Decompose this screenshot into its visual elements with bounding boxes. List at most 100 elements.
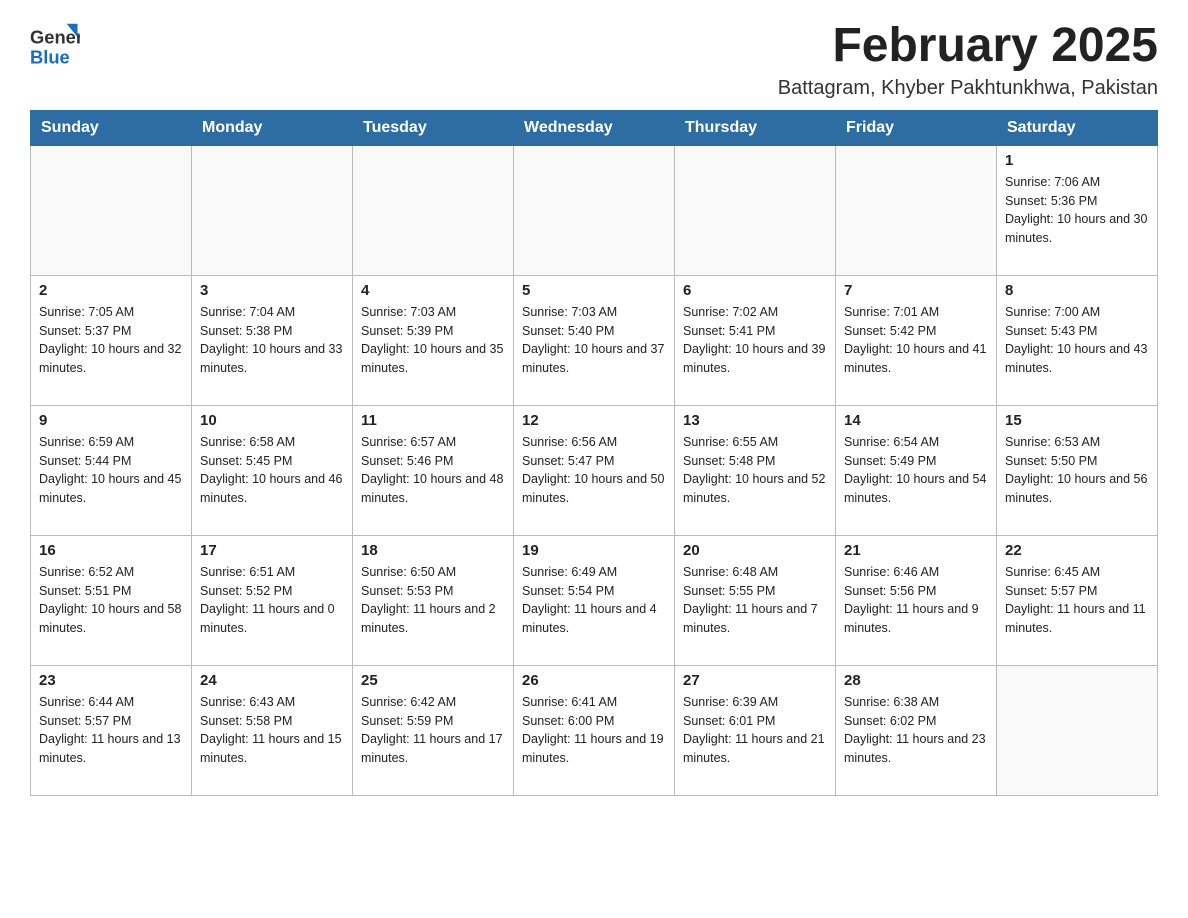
- table-row: [514, 145, 675, 275]
- day-number: 21: [844, 542, 988, 559]
- calendar-subtitle: Battagram, Khyber Pakhtunkhwa, Pakistan: [778, 77, 1158, 100]
- day-info: Sunrise: 6:46 AMSunset: 5:56 PMDaylight:…: [844, 563, 988, 638]
- day-number: 9: [39, 412, 183, 429]
- day-number: 20: [683, 542, 827, 559]
- table-row: 16 Sunrise: 6:52 AMSunset: 5:51 PMDayligh…: [31, 535, 192, 665]
- table-row: 4Sunrise: 7:03 AMSunset: 5:39 PMDaylight…: [353, 275, 514, 405]
- day-info: Sunrise: 7:05 AMSunset: 5:37 PMDaylight:…: [39, 303, 183, 378]
- day-info: Sunrise: 6:54 AMSunset: 5:49 PMDaylight:…: [844, 433, 988, 508]
- header-friday: Friday: [836, 110, 997, 145]
- day-info: Sunrise: 6:44 AMSunset: 5:57 PMDaylight:…: [39, 693, 183, 768]
- day-number: 11: [361, 412, 505, 429]
- svg-text:Blue: Blue: [30, 47, 70, 68]
- day-info: Sunrise: 7:03 AMSunset: 5:40 PMDaylight:…: [522, 303, 666, 378]
- weekday-header-row: Sunday Monday Tuesday Wednesday Thursday…: [31, 110, 1158, 145]
- calendar-week-row: 2Sunrise: 7:05 AMSunset: 5:37 PMDaylight…: [31, 275, 1158, 405]
- calendar-week-row: 16 Sunrise: 6:52 AMSunset: 5:51 PMDayligh…: [31, 535, 1158, 665]
- header-monday: Monday: [192, 110, 353, 145]
- table-row: 2Sunrise: 7:05 AMSunset: 5:37 PMDaylight…: [31, 275, 192, 405]
- calendar-table: Sunday Monday Tuesday Wednesday Thursday…: [30, 110, 1158, 796]
- table-row: 20 Sunrise: 6:48 AMSunset: 5:55 PMDayligh…: [675, 535, 836, 665]
- table-row: 5 Sunrise: 7:03 AMSunset: 5:40 PMDaylight…: [514, 275, 675, 405]
- table-row: 22 Sunrise: 6:45 AMSunset: 5:57 PMDayligh…: [997, 535, 1158, 665]
- day-number: 1: [1005, 152, 1149, 169]
- day-info: Sunrise: 6:57 AMSunset: 5:46 PMDaylight:…: [361, 433, 505, 508]
- day-number: 28: [844, 672, 988, 689]
- calendar-week-row: 23 Sunrise: 6:44 AMSunset: 5:57 PMDayligh…: [31, 665, 1158, 795]
- table-row: 10 Sunrise: 6:58 AMSunset: 5:45 PMDayligh…: [192, 405, 353, 535]
- day-number: 24: [200, 672, 344, 689]
- table-row: 19 Sunrise: 6:49 AMSunset: 5:54 PMDayligh…: [514, 535, 675, 665]
- calendar-title: February 2025: [778, 20, 1158, 73]
- day-info: Sunrise: 6:42 AMSunset: 5:59 PMDaylight:…: [361, 693, 505, 768]
- day-number: 15: [1005, 412, 1149, 429]
- day-info: Sunrise: 6:49 AMSunset: 5:54 PMDaylight:…: [522, 563, 666, 638]
- calendar-week-row: 9Sunrise: 6:59 AMSunset: 5:44 PMDaylight…: [31, 405, 1158, 535]
- day-number: 6: [683, 282, 827, 299]
- day-info: Sunrise: 6:55 AMSunset: 5:48 PMDaylight:…: [683, 433, 827, 508]
- table-row: [353, 145, 514, 275]
- table-row: 11 Sunrise: 6:57 AMSunset: 5:46 PMDayligh…: [353, 405, 514, 535]
- day-number: 3: [200, 282, 344, 299]
- table-row: 9Sunrise: 6:59 AMSunset: 5:44 PMDaylight…: [31, 405, 192, 535]
- table-row: 7Sunrise: 7:01 AMSunset: 5:42 PMDaylight…: [836, 275, 997, 405]
- day-info: Sunrise: 6:53 AMSunset: 5:50 PMDaylight:…: [1005, 433, 1149, 508]
- table-row: 6 Sunrise: 7:02 AMSunset: 5:41 PMDaylight…: [675, 275, 836, 405]
- table-row: 1 Sunrise: 7:06 AMSunset: 5:36 PMDaylight…: [997, 145, 1158, 275]
- header-sunday: Sunday: [31, 110, 192, 145]
- day-number: 17: [200, 542, 344, 559]
- day-number: 13: [683, 412, 827, 429]
- table-row: 18 Sunrise: 6:50 AMSunset: 5:53 PMDayligh…: [353, 535, 514, 665]
- day-number: 22: [1005, 542, 1149, 559]
- day-number: 19: [522, 542, 666, 559]
- title-section: February 2025 Battagram, Khyber Pakhtunk…: [778, 20, 1158, 100]
- table-row: 13 Sunrise: 6:55 AMSunset: 5:48 PMDayligh…: [675, 405, 836, 535]
- table-row: 24 Sunrise: 6:43 AMSunset: 5:58 PMDayligh…: [192, 665, 353, 795]
- table-row: 15 Sunrise: 6:53 AMSunset: 5:50 PMDayligh…: [997, 405, 1158, 535]
- page-header: General Blue February 2025 Battagram, Kh…: [30, 20, 1158, 100]
- day-info: Sunrise: 6:41 AMSunset: 6:00 PMDaylight:…: [522, 693, 666, 768]
- table-row: 26 Sunrise: 6:41 AMSunset: 6:00 PMDayligh…: [514, 665, 675, 795]
- table-row: 28 Sunrise: 6:38 AMSunset: 6:02 PMDayligh…: [836, 665, 997, 795]
- table-row: 12 Sunrise: 6:56 AMSunset: 5:47 PMDayligh…: [514, 405, 675, 535]
- day-info: Sunrise: 6:48 AMSunset: 5:55 PMDaylight:…: [683, 563, 827, 638]
- day-info: Sunrise: 7:03 AMSunset: 5:39 PMDaylight:…: [361, 303, 505, 378]
- day-number: 8: [1005, 282, 1149, 299]
- day-info: Sunrise: 6:45 AMSunset: 5:57 PMDaylight:…: [1005, 563, 1149, 638]
- day-info: Sunrise: 6:39 AMSunset: 6:01 PMDaylight:…: [683, 693, 827, 768]
- table-row: 3 Sunrise: 7:04 AMSunset: 5:38 PMDaylight…: [192, 275, 353, 405]
- day-info: Sunrise: 7:02 AMSunset: 5:41 PMDaylight:…: [683, 303, 827, 378]
- logo: General Blue: [30, 20, 80, 70]
- day-number: 10: [200, 412, 344, 429]
- day-number: 23: [39, 672, 183, 689]
- day-number: 26: [522, 672, 666, 689]
- day-info: Sunrise: 6:43 AMSunset: 5:58 PMDaylight:…: [200, 693, 344, 768]
- table-row: [836, 145, 997, 275]
- table-row: [997, 665, 1158, 795]
- day-number: 27: [683, 672, 827, 689]
- day-info: Sunrise: 6:52 AMSunset: 5:51 PMDaylight:…: [39, 563, 183, 638]
- day-info: Sunrise: 6:56 AMSunset: 5:47 PMDaylight:…: [522, 433, 666, 508]
- table-row: 27 Sunrise: 6:39 AMSunset: 6:01 PMDayligh…: [675, 665, 836, 795]
- table-row: [31, 145, 192, 275]
- day-info: Sunrise: 6:58 AMSunset: 5:45 PMDaylight:…: [200, 433, 344, 508]
- day-number: 14: [844, 412, 988, 429]
- day-info: Sunrise: 6:50 AMSunset: 5:53 PMDaylight:…: [361, 563, 505, 638]
- day-number: 18: [361, 542, 505, 559]
- day-number: 25: [361, 672, 505, 689]
- calendar-week-row: 1 Sunrise: 7:06 AMSunset: 5:36 PMDaylight…: [31, 145, 1158, 275]
- day-number: 16: [39, 542, 183, 559]
- table-row: 17Sunrise: 6:51 AMSunset: 5:52 PMDayligh…: [192, 535, 353, 665]
- table-row: 8 Sunrise: 7:00 AMSunset: 5:43 PMDaylight…: [997, 275, 1158, 405]
- table-row: 23 Sunrise: 6:44 AMSunset: 5:57 PMDayligh…: [31, 665, 192, 795]
- day-number: 12: [522, 412, 666, 429]
- day-info: Sunrise: 7:06 AMSunset: 5:36 PMDaylight:…: [1005, 173, 1149, 248]
- day-number: 5: [522, 282, 666, 299]
- header-wednesday: Wednesday: [514, 110, 675, 145]
- day-info: Sunrise: 7:00 AMSunset: 5:43 PMDaylight:…: [1005, 303, 1149, 378]
- header-tuesday: Tuesday: [353, 110, 514, 145]
- header-saturday: Saturday: [997, 110, 1158, 145]
- day-info: Sunrise: 6:38 AMSunset: 6:02 PMDaylight:…: [844, 693, 988, 768]
- day-info: Sunrise: 7:04 AMSunset: 5:38 PMDaylight:…: [200, 303, 344, 378]
- day-number: 7: [844, 282, 988, 299]
